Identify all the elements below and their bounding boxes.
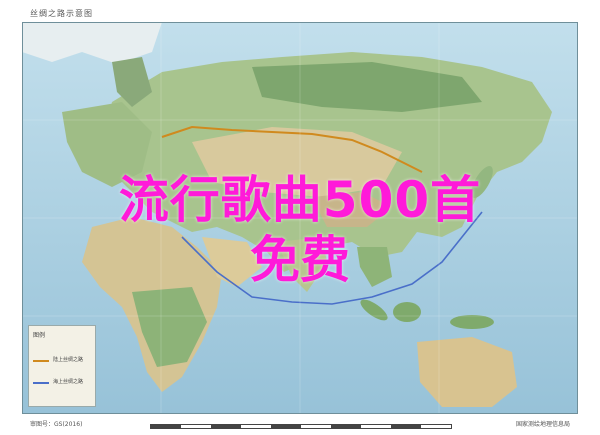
- map-title: 丝绸之路示意图: [30, 9, 93, 18]
- land-route-swatch: [33, 360, 49, 362]
- legend-item-land-route: 陆上丝绸之路: [33, 356, 93, 366]
- map-legend: 图例 陆上丝绸之路 海上丝绸之路: [28, 325, 96, 407]
- legend-title: 图例: [33, 332, 46, 339]
- sea-route-swatch: [33, 382, 49, 384]
- footer-right: 国家测绘地理信息局: [515, 421, 570, 428]
- legend-label: 海上丝绸之路: [53, 379, 84, 385]
- legend-label: 陆上丝绸之路: [53, 357, 84, 363]
- footer-left: 审图号：GS(2016): [30, 421, 83, 428]
- overlay-subtitle: 免费: [250, 231, 350, 289]
- legend-item-sea-route: 海上丝绸之路: [33, 378, 93, 388]
- scale-bar: [150, 424, 452, 429]
